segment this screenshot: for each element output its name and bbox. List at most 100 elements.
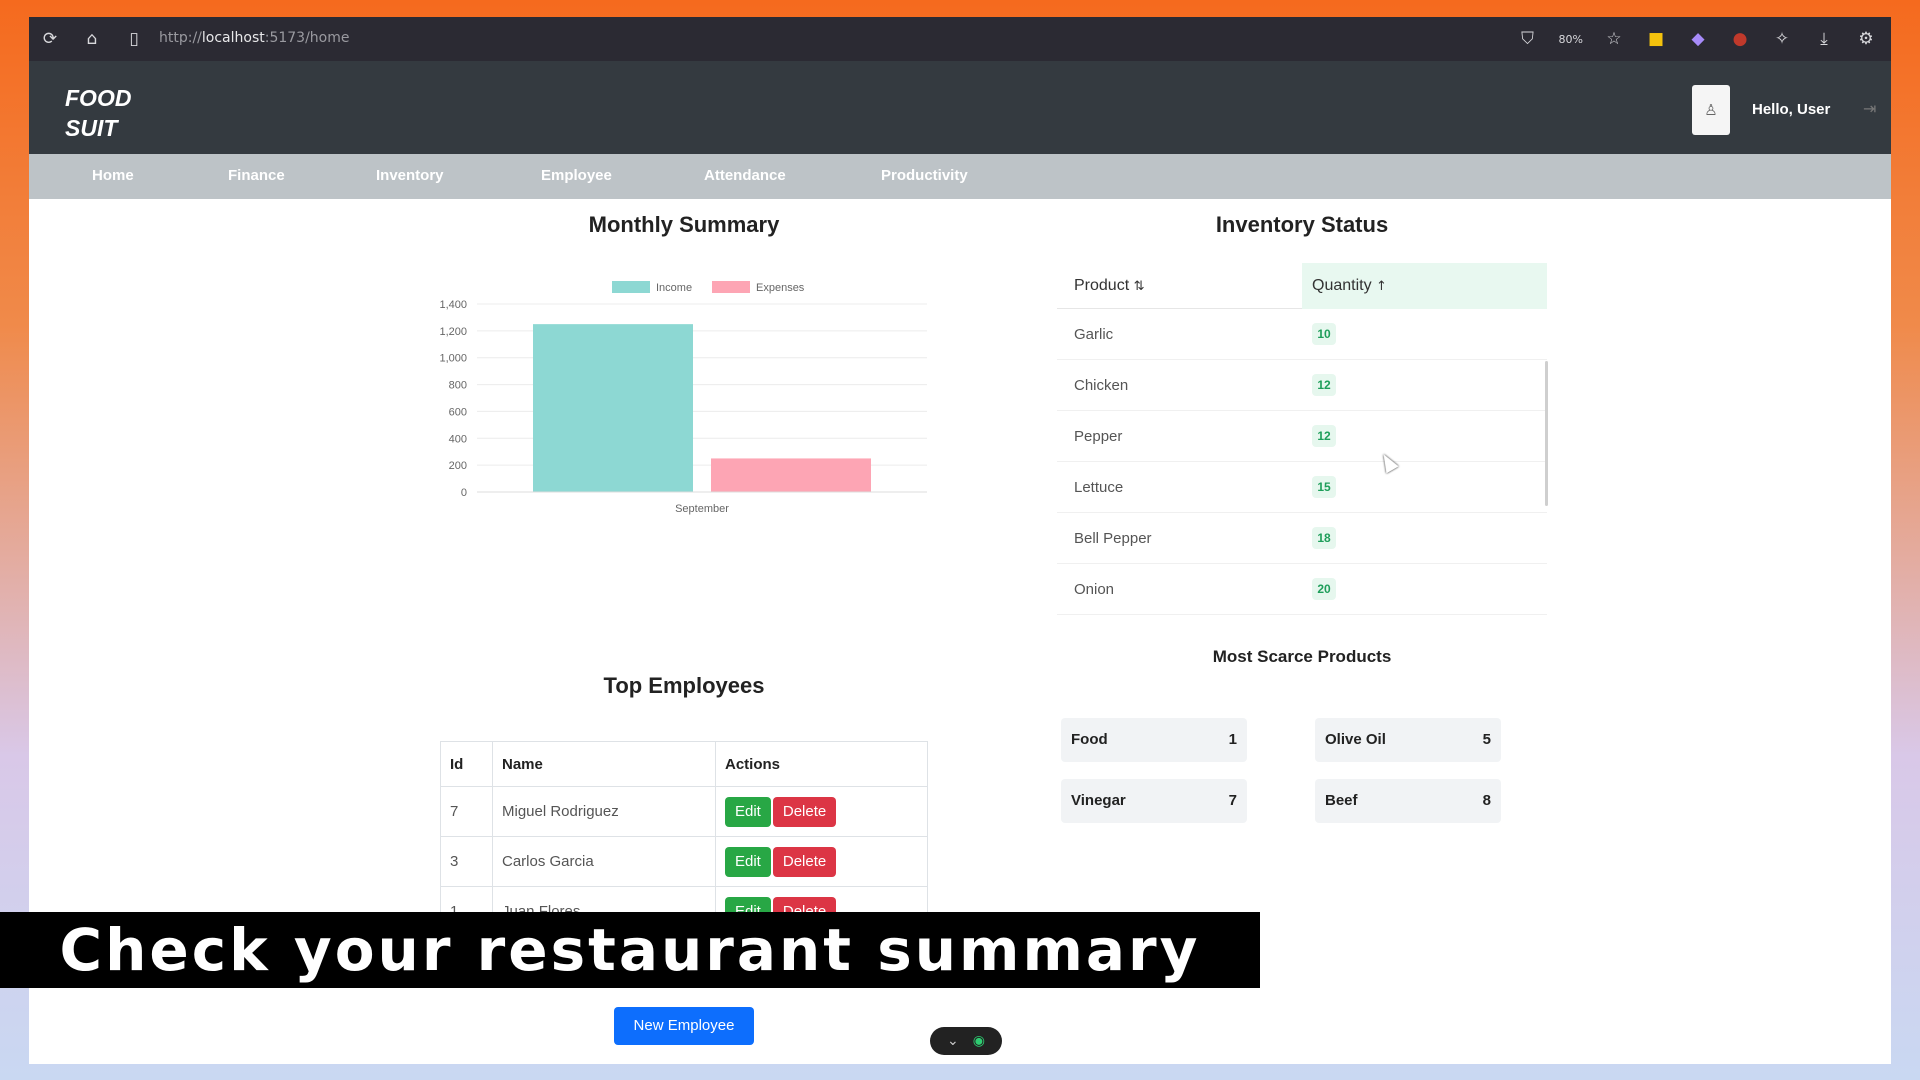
employees-header-row: Id Name Actions: [440, 741, 928, 787]
scarce-product-name: Olive Oil: [1325, 731, 1386, 748]
nav-finance[interactable]: Finance: [228, 167, 285, 184]
edit-button[interactable]: Edit: [725, 846, 771, 877]
extension-color-icon[interactable]: ■: [1645, 28, 1667, 50]
quantity-badge: 10: [1312, 323, 1336, 345]
url-bar[interactable]: http://localhost:5173/home: [159, 30, 350, 46]
inventory-table-header: Product ⇅ Quantity ↑: [1057, 263, 1547, 309]
nav-home[interactable]: Home: [92, 167, 134, 184]
inventory-row: Chicken 12: [1057, 360, 1547, 411]
video-controls[interactable]: ⌄ ◉: [930, 1027, 1002, 1055]
home-icon[interactable]: ⌂: [81, 28, 103, 50]
inventory-row: Pepper 12: [1057, 411, 1547, 462]
legend-label: Income: [656, 282, 692, 294]
extensions-puzzle-icon[interactable]: ✧: [1771, 28, 1793, 50]
quantity-badge: 18: [1312, 527, 1336, 549]
scarce-product-card: Beef 8: [1315, 779, 1501, 823]
product-name: Pepper: [1074, 428, 1123, 445]
extension-diamond-icon[interactable]: ◆: [1687, 28, 1709, 50]
actions-column-header: Actions: [715, 741, 928, 787]
scarce-product-name: Beef: [1325, 792, 1358, 809]
product-name: Chicken: [1074, 377, 1129, 394]
extension-ublock-icon[interactable]: ●: [1729, 28, 1751, 50]
quantity-header-label: Quantity: [1312, 277, 1372, 294]
sort-ascending-icon[interactable]: ↑: [1376, 279, 1387, 294]
inventory-table: Product ⇅ Quantity ↑ Garlic 10 Chicken 12 Pe…: [1057, 263, 1547, 615]
inventory-scrollbar[interactable]: [1545, 361, 1548, 506]
monthly-summary-chart: 0 200 400 600 800 1,000 1,200 1,400 Income Expens…: [439, 281, 927, 515]
y-tick-label: 400: [449, 433, 467, 445]
edit-button[interactable]: Edit: [725, 796, 771, 827]
scarce-product-card: Vinegar 7: [1061, 779, 1247, 823]
product-name: Lettuce: [1074, 479, 1124, 496]
inventory-row: Garlic 10: [1057, 309, 1547, 360]
y-tick-label: 1,200: [439, 326, 467, 338]
nav-attendance[interactable]: Attendance: [704, 167, 786, 184]
page-icon: ▯: [129, 29, 139, 49]
employees-table: Id Name Actions 7 Miguel Rodriguez Edit Del…: [440, 741, 928, 937]
delete-button[interactable]: Delete: [772, 796, 837, 827]
logo-line2: SUIT: [65, 115, 118, 141]
sort-both-icon[interactable]: ⇅: [1134, 279, 1145, 294]
main-nav: Home Finance Inventory Employee Attendan…: [29, 154, 1891, 199]
x-tick-label: September: [675, 503, 729, 515]
employee-actions: Edit Delete: [715, 786, 928, 837]
product-column-header[interactable]: Product ⇅: [1074, 277, 1145, 295]
shield-icon[interactable]: ⛉: [1517, 28, 1539, 50]
nav-employee[interactable]: Employee: [541, 167, 612, 184]
monthly-summary-title: Monthly Summary: [588, 212, 780, 237]
quantity-badge: 20: [1312, 578, 1336, 600]
url-prefix: http://: [159, 30, 202, 46]
product-header-label: Product: [1074, 277, 1130, 294]
star-icon[interactable]: ☆: [1603, 28, 1625, 50]
nav-inventory[interactable]: Inventory: [376, 167, 444, 184]
employee-row: 3 Carlos Garcia Edit Delete: [440, 836, 928, 887]
product-name: Garlic: [1074, 326, 1114, 343]
user-avatar-icon[interactable]: ♙: [1692, 85, 1730, 135]
employee-id: 7: [440, 786, 493, 837]
scarce-product-card: Olive Oil 5: [1315, 718, 1501, 762]
top-employees-title: Top Employees: [603, 673, 765, 698]
browser-toolbar: ⟳ ⌂ ▯ http://localhost:5173/home ⛉ 80% ☆…: [29, 17, 1891, 61]
nav-productivity[interactable]: Productivity: [881, 167, 968, 184]
employee-name: Miguel Rodriguez: [492, 786, 716, 837]
employee-row: 7 Miguel Rodriguez Edit Delete: [440, 786, 928, 837]
download-icon[interactable]: ⤓: [1813, 28, 1835, 50]
y-tick-label: 0: [461, 487, 467, 499]
y-tick-label: 1,400: [439, 299, 467, 311]
scarce-product-count: 7: [1228, 792, 1237, 809]
chevron-down-icon[interactable]: ⌄: [947, 1033, 959, 1049]
inventory-status-title: Inventory Status: [1215, 212, 1389, 237]
employee-actions: Edit Delete: [715, 836, 928, 887]
logo-line1: FOOD: [65, 85, 132, 111]
legend-swatch: [712, 281, 750, 293]
user-greeting: Hello, User: [1752, 101, 1831, 118]
bar-income: [533, 324, 693, 492]
new-employee-button[interactable]: New Employee: [614, 1007, 754, 1045]
app-logo[interactable]: FOOD SUIT: [65, 83, 131, 143]
legend-swatch: [612, 281, 650, 293]
name-column-header: Name: [492, 741, 716, 787]
quantity-badge: 12: [1312, 374, 1336, 396]
quantity-badge: 15: [1312, 476, 1336, 498]
settings-gear-icon[interactable]: ⚙: [1855, 28, 1877, 50]
scarce-product-count: 5: [1482, 731, 1491, 748]
employee-name: Carlos Garcia: [492, 836, 716, 887]
scarce-product-name: Vinegar: [1071, 792, 1126, 809]
id-column-header: Id: [440, 741, 493, 787]
quantity-badge: 12: [1312, 425, 1336, 447]
quantity-column-header[interactable]: Quantity ↑: [1312, 277, 1387, 295]
record-indicator-icon[interactable]: ◉: [973, 1033, 985, 1049]
y-tick-label: 800: [449, 380, 467, 392]
inventory-row: Bell Pepper 18: [1057, 513, 1547, 564]
video-caption: Check your restaurant summary: [0, 912, 1260, 988]
reload-icon[interactable]: ⟳: [39, 28, 61, 50]
app-header: FOOD SUIT ♙ Hello, User ⇥: [29, 61, 1891, 154]
y-tick-label: 1,000: [439, 353, 467, 365]
delete-button[interactable]: Delete: [772, 846, 837, 877]
legend-label: Expenses: [756, 282, 805, 294]
zoom-level[interactable]: 80%: [1559, 33, 1583, 46]
scarce-product-count: 1: [1228, 731, 1237, 748]
logout-icon[interactable]: ⇥: [1863, 99, 1876, 118]
inventory-row: Lettuce 15: [1057, 462, 1547, 513]
scarce-products-title: Most Scarce Products: [1212, 647, 1392, 666]
